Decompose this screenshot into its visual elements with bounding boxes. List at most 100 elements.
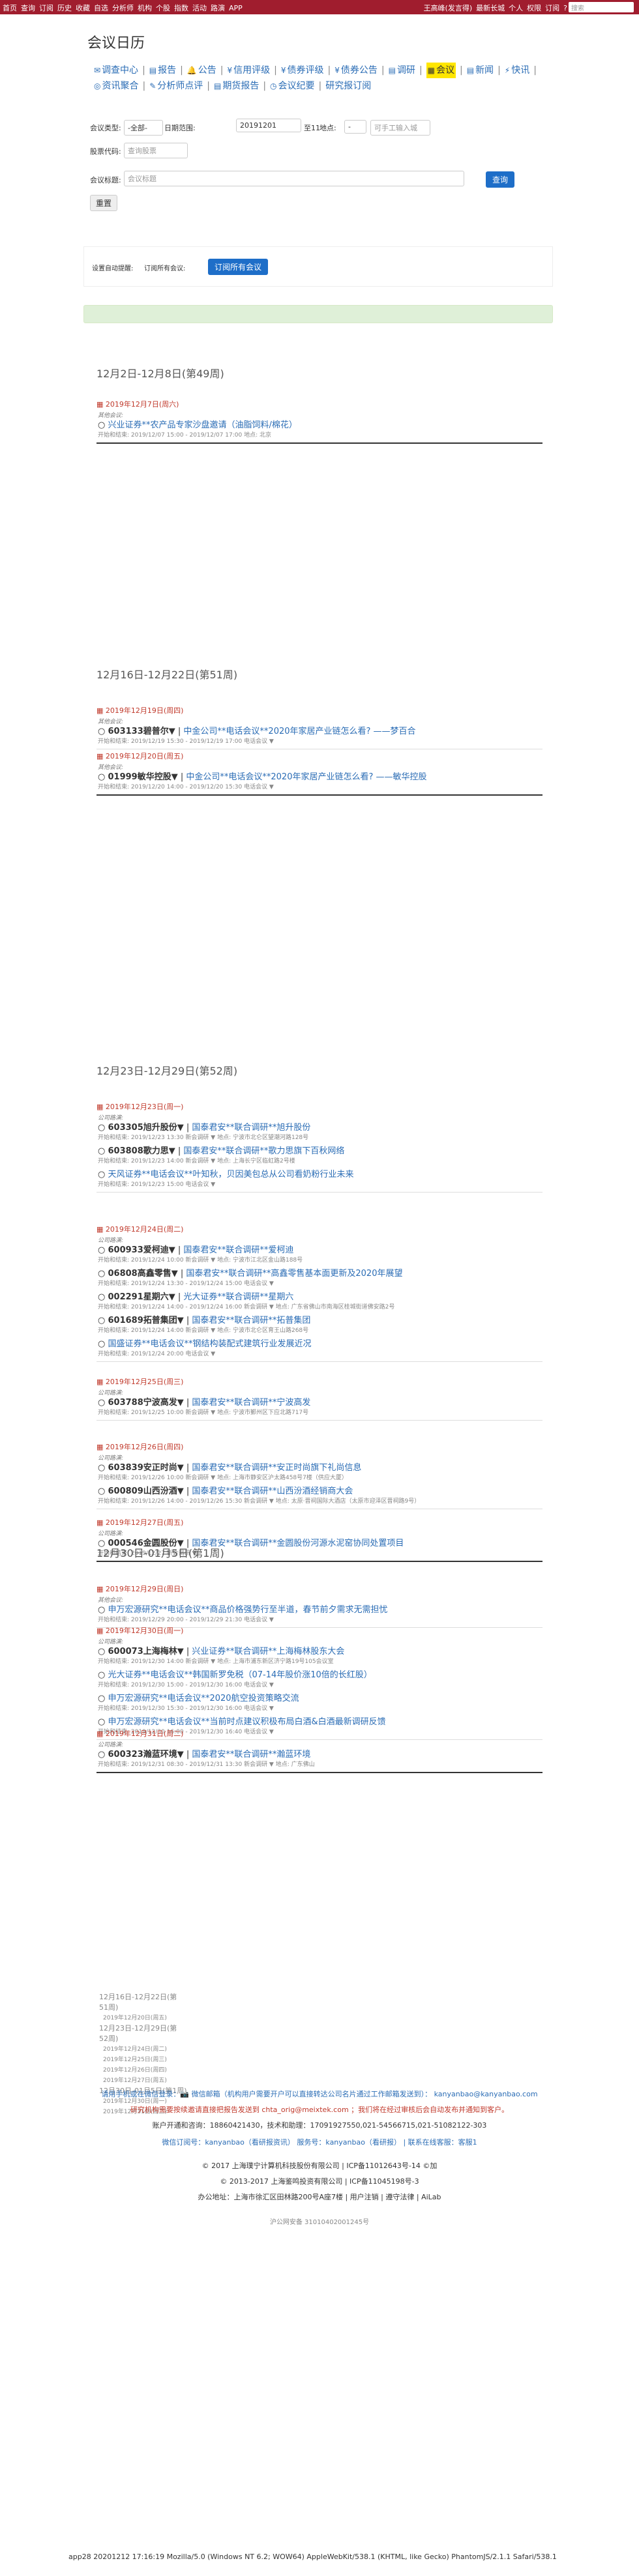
meeting-item[interactable]: ○ 申万宏源研究**电话会议**2020航空投资策略交流 xyxy=(98,1691,299,1703)
meeting-item[interactable]: ○ 国盛证券**电话会议**钢结构装配式建筑行业发展近况 xyxy=(98,1337,312,1349)
meeting-title[interactable]: 兴业证券**联合调研**上海梅林股东大会 xyxy=(192,1647,344,1657)
recent-week-link[interactable]: 12月16日-12月22日(第 xyxy=(99,1992,230,2003)
meeting-item[interactable]: ○ 06808高鑫零售▼ | 国泰君安**联合调研**高鑫零售基本面更新及202… xyxy=(98,1266,402,1279)
nav-快讯[interactable]: ⚡ 快讯 xyxy=(505,63,529,78)
top-nav-item[interactable]: 分析师 xyxy=(112,4,134,12)
top-nav-item[interactable]: 活动 xyxy=(192,4,207,12)
top-nav-right-item[interactable]: 订阅 xyxy=(545,4,559,12)
meeting-title[interactable]: 申万宏源研究**电话会议**商品价格强势行至半道，春节前夕需求无需担忧 xyxy=(108,1605,387,1615)
stock-tag[interactable]: 002291星期六▼ xyxy=(108,1292,175,1302)
top-nav-right-item[interactable]: 权限 xyxy=(527,4,541,12)
recent-day-link[interactable]: 2019年12月20日(周五) xyxy=(99,2013,230,2023)
top-nav-item[interactable]: 自选 xyxy=(94,4,108,12)
meeting-title[interactable]: 天风证券**电话会议**叶知秋，贝因美包总从公司看奶粉行业未来 xyxy=(108,1170,353,1179)
top-nav-right-item[interactable]: 王高峰(发言得) xyxy=(424,4,473,12)
meeting-item[interactable]: ○ 天风证券**电话会议**叶知秋，贝因美包总从公司看奶粉行业未来 xyxy=(98,1167,354,1179)
recent-week-link[interactable]: 52周) xyxy=(99,2034,230,2044)
top-nav-right-item[interactable]: 个人 xyxy=(509,4,523,12)
search-button[interactable]: 查询 xyxy=(486,171,515,188)
meeting-item[interactable]: ○ 603788宁波高发▼ | 国泰君安**联合调研**宁波高发 xyxy=(98,1395,310,1408)
top-nav-item[interactable]: 订阅 xyxy=(39,4,53,12)
stock-tag[interactable]: 01999敏华控股▼ xyxy=(108,772,177,782)
nav-分析师点评[interactable]: ✎ 分析师点评 xyxy=(149,78,203,94)
meeting-item[interactable]: ○ 01999敏华控股▼ | 中金公司**电话会议**2020年家居产业链怎么看… xyxy=(98,770,427,782)
meeting-title[interactable]: 国盛证券**电话会议**钢结构装配式建筑行业发展近况 xyxy=(108,1339,311,1349)
recent-day-link[interactable]: 2019年12月26日(周四) xyxy=(99,2065,230,2076)
top-nav-item[interactable]: 查询 xyxy=(21,4,35,12)
meeting-title[interactable]: 中金公司**电话会议**2020年家居产业链怎么看? ——梦百合 xyxy=(183,727,415,736)
stock-tag[interactable]: 603788宁波高发▼ xyxy=(108,1398,183,1408)
meeting-title[interactable]: 申万宏源研究**电话会议**当前时点建议积极布局白酒&白酒最新调研反馈 xyxy=(108,1717,385,1727)
top-nav-right-item[interactable]: ? xyxy=(563,4,567,12)
meeting-item[interactable]: ○ 601689拓普集团▼ | 国泰君安**联合调研**拓普集团 xyxy=(98,1313,310,1325)
meeting-title[interactable]: 申万宏源研究**电话会议**2020航空投资策略交流 xyxy=(108,1694,299,1703)
stock-tag[interactable]: 603133碧普尔▼ xyxy=(108,727,175,736)
nav-会议[interactable]: ▦ 会议 xyxy=(426,63,456,78)
search-input[interactable]: 搜索 xyxy=(569,2,634,12)
meeting-item[interactable]: ○ 兴业证券**农产品专家沙盘邀请（油脂饲料/棉花） xyxy=(98,418,297,430)
stock-tag[interactable]: 600809山西汾酒▼ xyxy=(108,1486,183,1496)
meeting-item[interactable]: ○ 603839安正时尚▼ | 国泰君安**联合调研**安正时尚旗下礼尚信息 xyxy=(98,1460,361,1473)
stock-tag[interactable]: 06808高鑫零售▼ xyxy=(108,1269,177,1279)
top-nav-item[interactable]: 路演 xyxy=(211,4,225,12)
subscribe-all-button[interactable]: 订阅所有会议 xyxy=(208,259,269,275)
nav-报告[interactable]: ▤ 报告 xyxy=(149,63,176,78)
meeting-title[interactable]: 国泰君安**联合调研**宁波高发 xyxy=(192,1398,310,1408)
nav-研究报订阅[interactable]: 研究报订阅 xyxy=(325,78,371,94)
meeting-title[interactable]: 国泰君安**联合调研**高鑫零售基本面更新及2020年展望 xyxy=(186,1269,402,1279)
place-input[interactable]: 可手工输入城 xyxy=(370,120,430,136)
nav-债券评级[interactable]: ¥ 债券评级 xyxy=(281,63,324,78)
recent-week-link[interactable]: 51周) xyxy=(99,2003,230,2013)
nav-期货报告[interactable]: ▤ 期货报告 xyxy=(214,78,259,94)
meeting-title[interactable]: 国泰君安**联合调研**山西汾酒经销商大会 xyxy=(192,1486,353,1496)
top-nav-item[interactable]: APP xyxy=(229,4,243,12)
footer-subscribe-line[interactable]: 微信订阅号：kanyanbao（看研报资讯） 服务号：kanyanbao（看研报… xyxy=(0,2137,639,2147)
top-nav-item[interactable]: 指数 xyxy=(174,4,188,12)
meeting-title[interactable]: 国泰君安**联合调研**瀚蓝环境 xyxy=(192,1750,310,1759)
meeting-item[interactable]: ○ 603305旭升股份▼ | 国泰君安**联合调研**旭升股份 xyxy=(98,1120,310,1133)
stock-tag[interactable]: 603305旭升股份▼ xyxy=(108,1123,183,1133)
reset-button[interactable]: 重置 xyxy=(90,195,118,211)
meeting-type-select[interactable]: -全部- xyxy=(124,120,163,136)
meeting-item[interactable]: ○ 申万宏源研究**电话会议**商品价格强势行至半道，春节前夕需求无需担忧 xyxy=(98,1602,388,1615)
meeting-item[interactable]: ○ 600809山西汾酒▼ | 国泰君安**联合调研**山西汾酒经销商大会 xyxy=(98,1484,353,1496)
meeting-title[interactable]: 国泰君安**联合调研**安正时尚旗下礼尚信息 xyxy=(192,1463,361,1473)
meeting-item[interactable]: ○ 603808歌力思▼ | 国泰君安**联合调研**歌力思旗下百秋网络 xyxy=(98,1144,344,1156)
meeting-title[interactable]: 国泰君安**联合调研**歌力思旗下百秋网络 xyxy=(183,1146,344,1156)
meeting-title[interactable]: 国泰君安**联合调研**旭升股份 xyxy=(192,1123,310,1133)
top-nav-item[interactable]: 历史 xyxy=(57,4,72,12)
meeting-title[interactable]: 中金公司**电话会议**2020年家居产业链怎么看? ——敏华控股 xyxy=(186,772,426,782)
stock-tag[interactable]: 603839安正时尚▼ xyxy=(108,1463,183,1473)
stock-tag[interactable]: 603808歌力思▼ xyxy=(108,1146,175,1156)
recent-week-link[interactable]: 12月23日-12月29日(第 xyxy=(99,2023,230,2034)
recent-day-link[interactable]: 2019年12月25日(周三) xyxy=(99,2055,230,2065)
meeting-item[interactable]: ○ 申万宏源研究**电话会议**当前时点建议积极布局白酒&白酒最新调研反馈 xyxy=(98,1715,386,1727)
top-nav-item[interactable]: 首页 xyxy=(3,4,17,12)
nav-债券公告[interactable]: ¥ 债券公告 xyxy=(334,63,378,78)
stock-code-input[interactable]: 查询股票 xyxy=(124,143,188,158)
meeting-title[interactable]: 国泰君安**联合调研**爱柯迪 xyxy=(183,1245,293,1255)
nav-信用评级[interactable]: ¥ 信用评级 xyxy=(228,63,271,78)
nav-调研[interactable]: ▤ 调研 xyxy=(389,63,415,78)
meeting-title-input[interactable]: 会议标题 xyxy=(124,171,464,186)
nav-会议纪要[interactable]: ◷ 会议纪要 xyxy=(270,78,314,94)
recent-day-link[interactable]: 2019年12月24日(周二) xyxy=(99,2044,230,2055)
top-nav-item[interactable]: 机构 xyxy=(138,4,152,12)
meeting-item[interactable]: ○ 光大证券**电话会议**韩国新罗免税（07-14年股价涨10倍的长红股） xyxy=(98,1668,372,1680)
stock-tag[interactable]: 600323瀚蓝环境▼ xyxy=(108,1750,183,1759)
top-nav-item[interactable]: 收藏 xyxy=(76,4,90,12)
meeting-title[interactable]: 光大证券**联合调研**星期六 xyxy=(183,1292,293,1302)
stock-tag[interactable]: 600073上海梅林▼ xyxy=(108,1647,183,1657)
stock-tag[interactable]: 600933爱柯迪▼ xyxy=(108,1245,175,1255)
meeting-item[interactable]: ○ 600933爱柯迪▼ | 国泰君安**联合调研**爱柯迪 xyxy=(98,1243,293,1255)
date-from-input[interactable]: 20191201 xyxy=(236,119,301,132)
meeting-title[interactable]: 兴业证券**农产品专家沙盘邀请（油脂饲料/棉花） xyxy=(108,420,297,430)
meeting-item[interactable]: ○ 002291星期六▼ | 光大证券**联合调研**星期六 xyxy=(98,1290,293,1302)
stock-tag[interactable]: 601689拓普集团▼ xyxy=(108,1316,183,1325)
meeting-title[interactable]: 光大证券**电话会议**韩国新罗免税（07-14年股价涨10倍的长红股） xyxy=(108,1670,372,1680)
nav-资讯聚合[interactable]: ◎ 资讯聚合 xyxy=(94,78,138,94)
meeting-item[interactable]: ○ 603133碧普尔▼ | 中金公司**电话会议**2020年家居产业链怎么看… xyxy=(98,724,416,736)
nav-新闻[interactable]: ▤ 新闻 xyxy=(467,63,494,78)
recent-day-link[interactable]: 2019年12月27日(周五) xyxy=(99,2076,230,2086)
top-nav-right-item[interactable]: 最新长城 xyxy=(476,4,505,12)
